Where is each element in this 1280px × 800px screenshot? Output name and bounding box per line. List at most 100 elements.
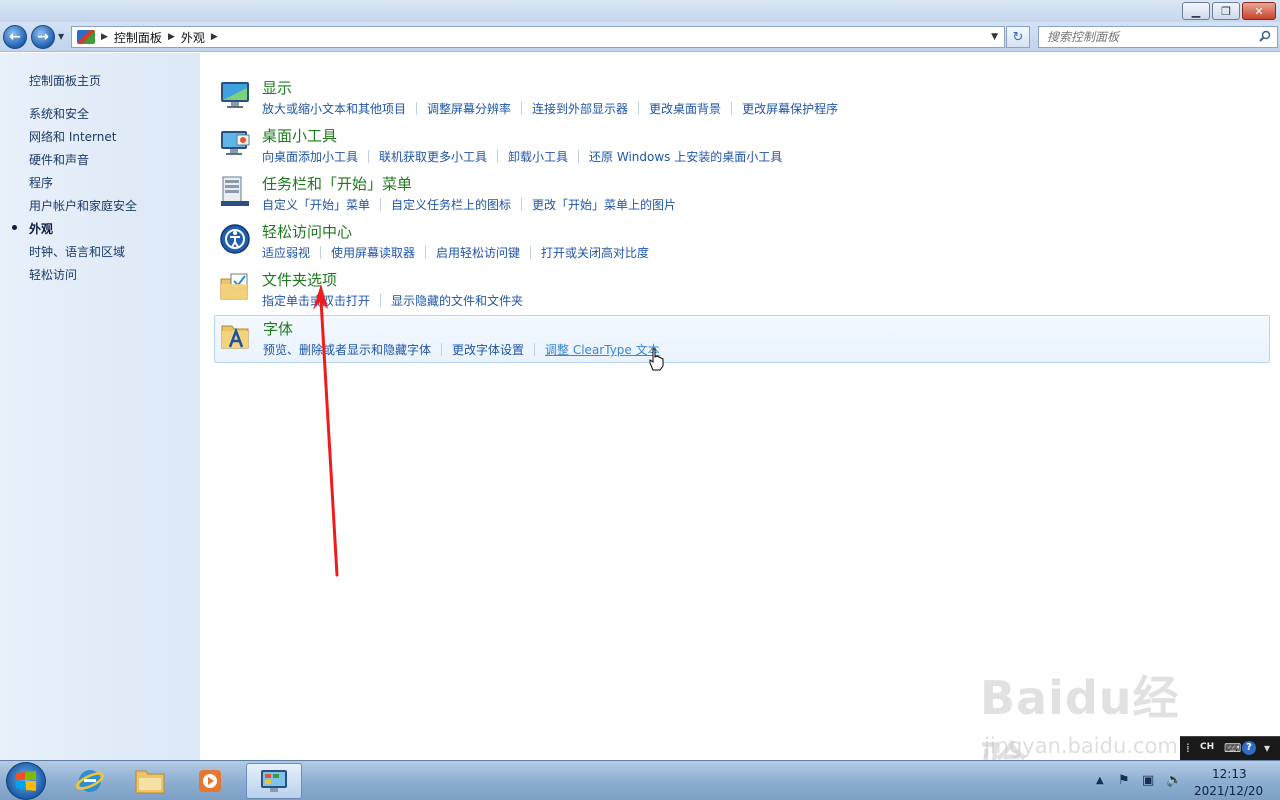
breadcrumb-arrow-icon[interactable]: ▶: [168, 32, 175, 42]
category-title[interactable]: 显示: [262, 77, 292, 98]
link-separator: [521, 102, 523, 115]
sidebar-item-home[interactable]: 控制面板主页: [29, 72, 101, 89]
control-panel-icon: [77, 30, 95, 44]
sidebar-item-clock-language[interactable]: 时钟、语言和区域: [29, 243, 125, 260]
main-content: 显示 放大或缩小文本和其他项目 调整屏幕分辨率 连接到外部显示器 更改桌面背景 …: [200, 53, 1280, 760]
category-links: 自定义「开始」菜单 自定义任务栏上的图标 更改「开始」菜单上的图片: [262, 196, 676, 213]
link-separator: [416, 102, 418, 115]
taskbar-app-ie[interactable]: [62, 763, 118, 799]
taskbar-app-media-player[interactable]: [182, 763, 238, 799]
link-high-contrast[interactable]: 打开或关闭高对比度: [541, 244, 649, 261]
sidebar-item-ease-of-access[interactable]: 轻松访问: [29, 266, 77, 283]
address-dropdown-icon[interactable]: ▼: [991, 32, 998, 42]
category-title[interactable]: 文件夹选项: [262, 269, 337, 290]
media-player-icon: [199, 770, 221, 792]
link-preview-fonts[interactable]: 预览、删除或者显示和隐藏字体: [263, 341, 431, 358]
search-input[interactable]: [1047, 30, 1257, 44]
fonts-icon[interactable]: [220, 320, 252, 352]
link-show-hidden-files[interactable]: 显示隐藏的文件和文件夹: [391, 292, 523, 309]
file-explorer-icon: [135, 770, 165, 794]
ease-of-access-icon[interactable]: [219, 223, 251, 255]
taskbar-icon[interactable]: [219, 175, 251, 207]
link-cleartype[interactable]: 调整 ClearType 文本: [545, 341, 660, 358]
link-uninstall-gadget[interactable]: 卸载小工具: [508, 148, 568, 165]
link-desktop-background[interactable]: 更改桌面背景: [649, 100, 721, 117]
category-ease-of-access-center: 轻松访问中心 适应弱视 使用屏幕读取器 启用轻松访问键 打开或关闭高对比度: [214, 219, 1270, 267]
link-customize-taskbar-icons[interactable]: 自定义任务栏上的图标: [391, 196, 511, 213]
link-text-size[interactable]: 放大或缩小文本和其他项目: [262, 100, 406, 117]
action-center-flag-icon[interactable]: ⚑: [1118, 773, 1130, 788]
link-low-vision[interactable]: 适应弱视: [262, 244, 310, 261]
taskbar-app-explorer[interactable]: [122, 763, 178, 799]
folder-options-icon[interactable]: [219, 271, 251, 303]
language-bar-options-icon[interactable]: ▾: [1264, 741, 1270, 755]
language-code[interactable]: CH: [1200, 742, 1214, 752]
category-links: 放大或缩小文本和其他项目 调整屏幕分辨率 连接到外部显示器 更改桌面背景 更改屏…: [262, 100, 838, 117]
refresh-button[interactable]: ↻: [1006, 26, 1030, 48]
link-add-gadgets[interactable]: 向桌面添加小工具: [262, 148, 358, 165]
breadcrumb-arrow-icon[interactable]: ▶: [211, 32, 218, 42]
link-restore-gadgets[interactable]: 还原 Windows 上安装的桌面小工具: [589, 148, 782, 165]
category-fonts: 字体 预览、删除或者显示和隐藏字体 更改字体设置 调整 ClearType 文本: [214, 315, 1270, 363]
link-separator: [368, 150, 370, 163]
current-item-bullet-icon: [12, 225, 17, 230]
breadcrumb-control-panel[interactable]: 控制面板: [114, 29, 162, 46]
link-separator: [578, 150, 580, 163]
restore-button[interactable]: ❐: [1212, 2, 1240, 20]
link-separator: [530, 246, 532, 259]
address-bar[interactable]: ▶ 控制面板 ▶ 外观 ▶ ▼: [71, 26, 1005, 48]
link-access-keys[interactable]: 启用轻松访问键: [436, 244, 520, 261]
network-icon[interactable]: ▣: [1142, 773, 1154, 788]
gadgets-icon[interactable]: [219, 127, 251, 159]
show-hidden-icons-icon[interactable]: ▲: [1096, 775, 1104, 786]
link-screen-saver[interactable]: 更改屏幕保护程序: [742, 100, 838, 117]
category-links: 指定单击或双击打开 显示隐藏的文件和文件夹: [262, 292, 523, 309]
display-icon[interactable]: [219, 79, 251, 111]
link-customize-start-menu[interactable]: 自定义「开始」菜单: [262, 196, 370, 213]
minimize-button[interactable]: ▁: [1182, 2, 1210, 20]
link-screen-reader[interactable]: 使用屏幕读取器: [331, 244, 415, 261]
link-separator: [320, 246, 322, 259]
link-separator: [497, 150, 499, 163]
category-links: 预览、删除或者显示和隐藏字体 更改字体设置 调整 ClearType 文本: [263, 341, 660, 358]
breadcrumb-arrow-icon[interactable]: ▶: [101, 32, 108, 42]
internet-explorer-icon: [75, 770, 105, 792]
keyboard-icon[interactable]: ⌨: [1224, 741, 1241, 755]
link-external-display[interactable]: 连接到外部显示器: [532, 100, 628, 117]
sidebar-item-programs[interactable]: 程序: [29, 174, 53, 191]
start-button[interactable]: [6, 762, 46, 800]
back-button[interactable]: ←: [3, 25, 27, 49]
link-change-start-picture[interactable]: 更改「开始」菜单上的图片: [532, 196, 676, 213]
recent-pages-dropdown[interactable]: ▼: [58, 32, 64, 41]
clock-date[interactable]: 2021/12/20: [1194, 784, 1263, 798]
link-font-settings[interactable]: 更改字体设置: [452, 341, 524, 358]
sidebar-item-network[interactable]: 网络和 Internet: [29, 128, 116, 145]
control-panel-icon: [261, 770, 287, 792]
category-title[interactable]: 字体: [263, 318, 293, 339]
link-single-double-click[interactable]: 指定单击或双击打开: [262, 292, 370, 309]
language-bar-grip-icon[interactable]: ⁞: [1186, 741, 1190, 755]
search-box[interactable]: [1038, 26, 1278, 48]
sidebar-item-system-security[interactable]: 系统和安全: [29, 105, 89, 122]
category-title[interactable]: 桌面小工具: [262, 125, 337, 146]
volume-icon[interactable]: 🔈: [1166, 773, 1182, 788]
clock-time[interactable]: 12:13: [1212, 767, 1247, 781]
category-folder-options: 文件夹选项 指定单击或双击打开 显示隐藏的文件和文件夹: [214, 267, 1270, 315]
hand-cursor-icon: [649, 348, 664, 371]
sidebar-item-hardware-sound[interactable]: 硬件和声音: [29, 151, 89, 168]
link-separator: [380, 294, 382, 307]
link-more-gadgets-online[interactable]: 联机获取更多小工具: [379, 148, 487, 165]
help-icon[interactable]: ?: [1242, 741, 1256, 755]
category-title[interactable]: 轻松访问中心: [262, 221, 352, 242]
taskbar-app-control-panel[interactable]: [246, 763, 302, 799]
link-separator: [534, 343, 536, 356]
breadcrumb-appearance[interactable]: 外观: [181, 29, 205, 46]
category-title[interactable]: 任务栏和「开始」菜单: [262, 173, 412, 194]
sidebar: 控制面板主页 系统和安全 网络和 Internet 硬件和声音 程序 用户帐户和…: [0, 53, 200, 760]
sidebar-item-user-accounts[interactable]: 用户帐户和家庭安全: [29, 197, 137, 214]
forward-button[interactable]: →: [31, 25, 55, 49]
link-separator: [638, 102, 640, 115]
link-screen-resolution[interactable]: 调整屏幕分辨率: [427, 100, 511, 117]
search-icon[interactable]: [1259, 30, 1271, 42]
close-button[interactable]: ✕: [1242, 2, 1276, 20]
